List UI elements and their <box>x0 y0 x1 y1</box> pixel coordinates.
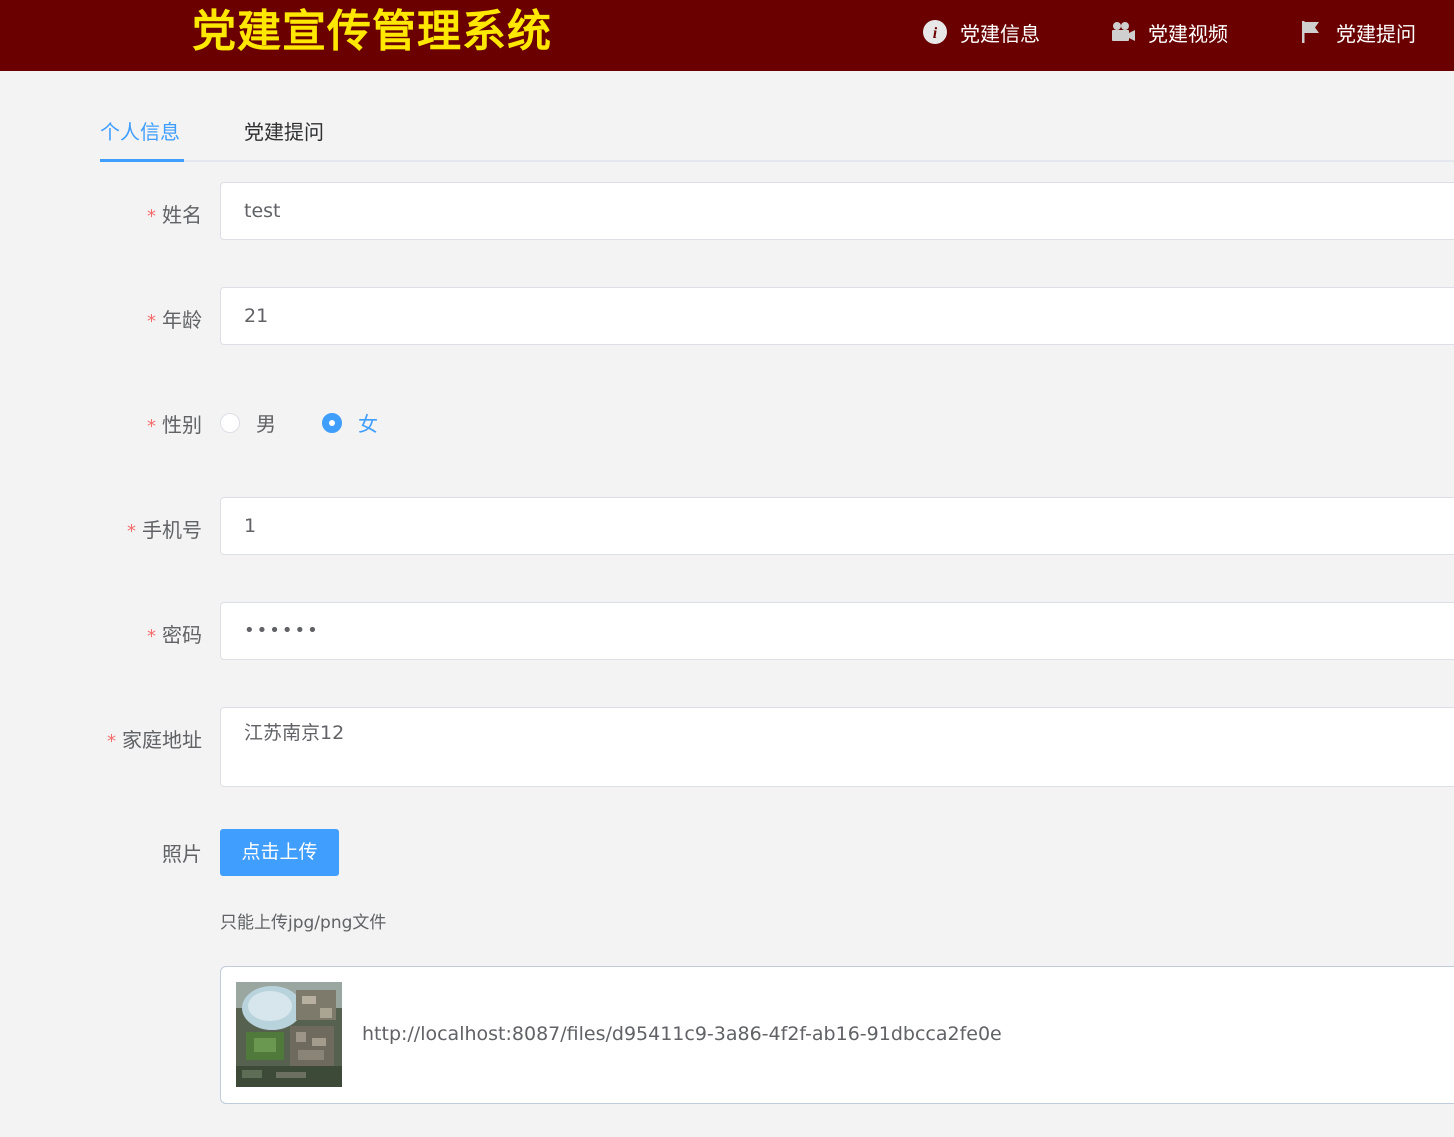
tab-active-indicator <box>100 159 184 162</box>
address-textarea[interactable]: 江苏南京12 <box>220 707 1454 787</box>
flag-icon <box>1298 19 1324 45</box>
nav-party-info[interactable]: i 党建信息 <box>922 16 1040 48</box>
name-label: * 姓名 <box>147 203 202 227</box>
required-mark: * <box>147 416 156 437</box>
tabs: 个人信息 党建提问 <box>100 108 1454 162</box>
upload-button[interactable]: 点击上传 <box>220 829 339 876</box>
nav-party-question[interactable]: 党建提问 <box>1298 16 1416 48</box>
photo-label: 照片 <box>162 842 202 866</box>
gender-radio-male[interactable]: 男 <box>220 408 276 437</box>
required-mark: * <box>127 521 136 542</box>
app-title: 党建宣传管理系统 <box>192 6 552 57</box>
address-label: * 家庭地址 <box>107 728 202 752</box>
phone-label: * 手机号 <box>127 518 202 542</box>
radio-circle[interactable] <box>220 412 240 433</box>
nav-party-video[interactable]: 党建视频 <box>1110 16 1228 48</box>
gender-label: * 性别 <box>147 413 202 437</box>
upload-tip: 只能上传jpg/png文件 <box>220 913 387 933</box>
age-label: * 年龄 <box>147 308 202 332</box>
required-mark: * <box>147 311 156 332</box>
tab-party-questions[interactable]: 党建提问 <box>244 118 324 146</box>
required-mark: * <box>147 626 156 647</box>
password-label: * 密码 <box>147 623 202 647</box>
password-input[interactable]: •••••• <box>220 602 1454 660</box>
uploaded-file-item[interactable]: http://localhost:8087/files/d95411c9-3a8… <box>220 966 1454 1104</box>
gender-male-label: 男 <box>256 412 276 436</box>
tab-personal-info[interactable]: 个人信息 <box>100 118 180 146</box>
name-input[interactable]: test <box>220 182 1454 240</box>
top-header: 党建宣传管理系统 i 党建信息 党建视频 党建提问 <box>0 0 1454 71</box>
nav-party-video-label: 党建视频 <box>1148 21 1228 46</box>
age-input[interactable]: 21 <box>220 287 1454 345</box>
info-circle-icon: i <box>922 19 948 45</box>
photo-thumbnail <box>236 982 342 1087</box>
required-mark: * <box>147 206 156 227</box>
phone-input[interactable]: 1 <box>220 497 1454 555</box>
radio-circle-checked[interactable] <box>322 412 342 433</box>
required-mark: * <box>107 731 116 752</box>
gender-female-label: 女 <box>358 412 378 436</box>
svg-text:i: i <box>933 25 938 42</box>
gender-radio-female[interactable]: 女 <box>322 408 378 437</box>
nav-party-question-label: 党建提问 <box>1336 21 1416 46</box>
video-camera-icon <box>1110 19 1136 45</box>
file-url[interactable]: http://localhost:8087/files/d95411c9-3a8… <box>362 1023 1002 1045</box>
nav-party-info-label: 党建信息 <box>960 21 1040 46</box>
